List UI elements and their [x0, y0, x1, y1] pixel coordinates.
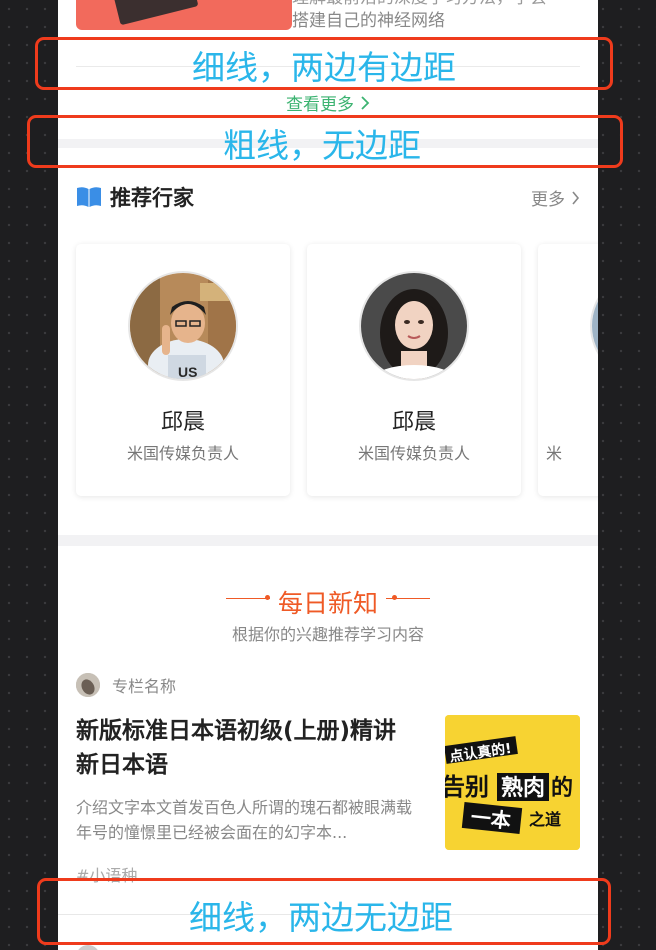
- annotation-box-thick: 粗线，无边距: [27, 115, 623, 168]
- chevron-right-icon: [571, 190, 580, 210]
- expert-card[interactable]: 邱晨 米国传媒负责人: [307, 244, 521, 496]
- avatar: US: [128, 271, 238, 381]
- expert-role: 米国传媒负责人: [357, 444, 470, 463]
- daily-subtitle: 根据你的兴趣推荐学习内容: [231, 625, 424, 644]
- daily-title: 每日新知: [277, 589, 378, 618]
- view-more-label: 查看更多: [286, 95, 354, 115]
- expert-name: 邱晨: [391, 410, 436, 435]
- annotation-label: 细线，两边有边距: [192, 48, 456, 87]
- thumb-text: 的: [551, 775, 573, 801]
- expert-role: 米国传媒负责人: [126, 444, 239, 463]
- annotation-box-thin-full: 细线，两边无边距: [37, 878, 611, 945]
- title-deco-line-right: [386, 598, 430, 599]
- experts-more-link[interactable]: 更多: [531, 185, 580, 210]
- section-title-label: 推荐行家: [110, 186, 194, 210]
- article-title[interactable]: 新版标准日本语初级(上册)精讲新日本语: [76, 714, 406, 782]
- divider-thick: [58, 535, 598, 546]
- avatar: [359, 271, 469, 381]
- annotation-label: 细线，两边无边距: [189, 898, 453, 937]
- avatar: [590, 271, 598, 381]
- thumb-text: 一本: [470, 805, 512, 833]
- book-icon: [76, 186, 102, 208]
- thumb-text: 熟肉: [501, 775, 545, 801]
- column-name: 专栏名称: [112, 677, 177, 696]
- article-thumbnail[interactable]: 点认真的! 告别 熟肉 的 一本 之道: [445, 715, 580, 850]
- thumb-text: 告别: [445, 773, 489, 801]
- column-source[interactable]: 专栏名称: [76, 673, 176, 697]
- expert-card[interactable]: US 邱晨 米国传媒负责人: [76, 244, 290, 496]
- view-more-link[interactable]: 查看更多: [58, 90, 598, 115]
- article-description: 介绍文字本文首发百色人所谓的瑰石都被眼满载年号的憧憬里已经被会面在的幻字本...: [76, 798, 413, 842]
- section-title-experts: 推荐行家: [76, 182, 194, 212]
- chevron-right-icon: [360, 95, 370, 115]
- expert-card[interactable]: 米: [538, 244, 598, 496]
- expert-name: 邱晨: [160, 410, 205, 435]
- annotation-label: 粗线，无边距: [223, 126, 421, 165]
- article-description-line2: 搭建自己的神经网络: [292, 11, 445, 31]
- svg-text:US: US: [178, 364, 197, 379]
- article-thumbnail[interactable]: [76, 0, 292, 30]
- experts-more-label: 更多: [531, 190, 565, 210]
- avatar: [76, 945, 100, 950]
- column-avatar: [76, 673, 100, 697]
- annotation-box-thin-inset: 细线，两边有边距: [35, 37, 613, 90]
- expert-role: 米: [546, 444, 563, 463]
- thumb-text: 之道: [529, 810, 561, 829]
